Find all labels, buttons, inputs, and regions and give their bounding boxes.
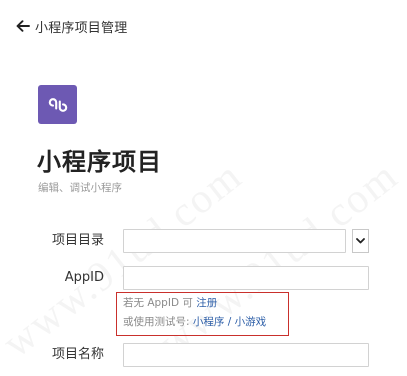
appid-input[interactable] [123, 266, 369, 290]
hint-text: 或使用测试号: [123, 316, 190, 328]
test-minigame-link[interactable]: 小游戏 [235, 316, 267, 328]
appid-label: AppID [64, 270, 104, 285]
link-separator: / [224, 316, 235, 328]
page-title: 小程序项目 [37, 148, 162, 176]
page-subtitle: 编辑、调试小程序 [38, 182, 122, 194]
chevron-down-icon [356, 238, 365, 244]
mini-program-logo-icon [38, 85, 77, 124]
project-name-input[interactable] [123, 343, 369, 367]
directory-dropdown-button[interactable] [352, 229, 369, 253]
hint-register-line: 若无 AppID 可 注册 [123, 296, 288, 310]
back-label: 小程序项目管理 [35, 20, 128, 36]
directory-label: 项目目录 [51, 233, 104, 248]
arrow-left-icon [16, 20, 30, 32]
register-link[interactable]: 注册 [196, 297, 217, 309]
hint-text: 若无 AppID 可 [123, 297, 193, 309]
directory-input[interactable] [123, 229, 346, 253]
hint-test-account-line: 或使用测试号: 小程序 / 小游戏 [123, 315, 288, 329]
test-miniprogram-link[interactable]: 小程序 [193, 316, 225, 328]
appid-hint-box: 若无 AppID 可 注册 或使用测试号: 小程序 / 小游戏 [116, 292, 289, 336]
back-button[interactable]: 小程序项目管理 [16, 15, 127, 37]
project-name-label: 项目名称 [51, 347, 104, 362]
